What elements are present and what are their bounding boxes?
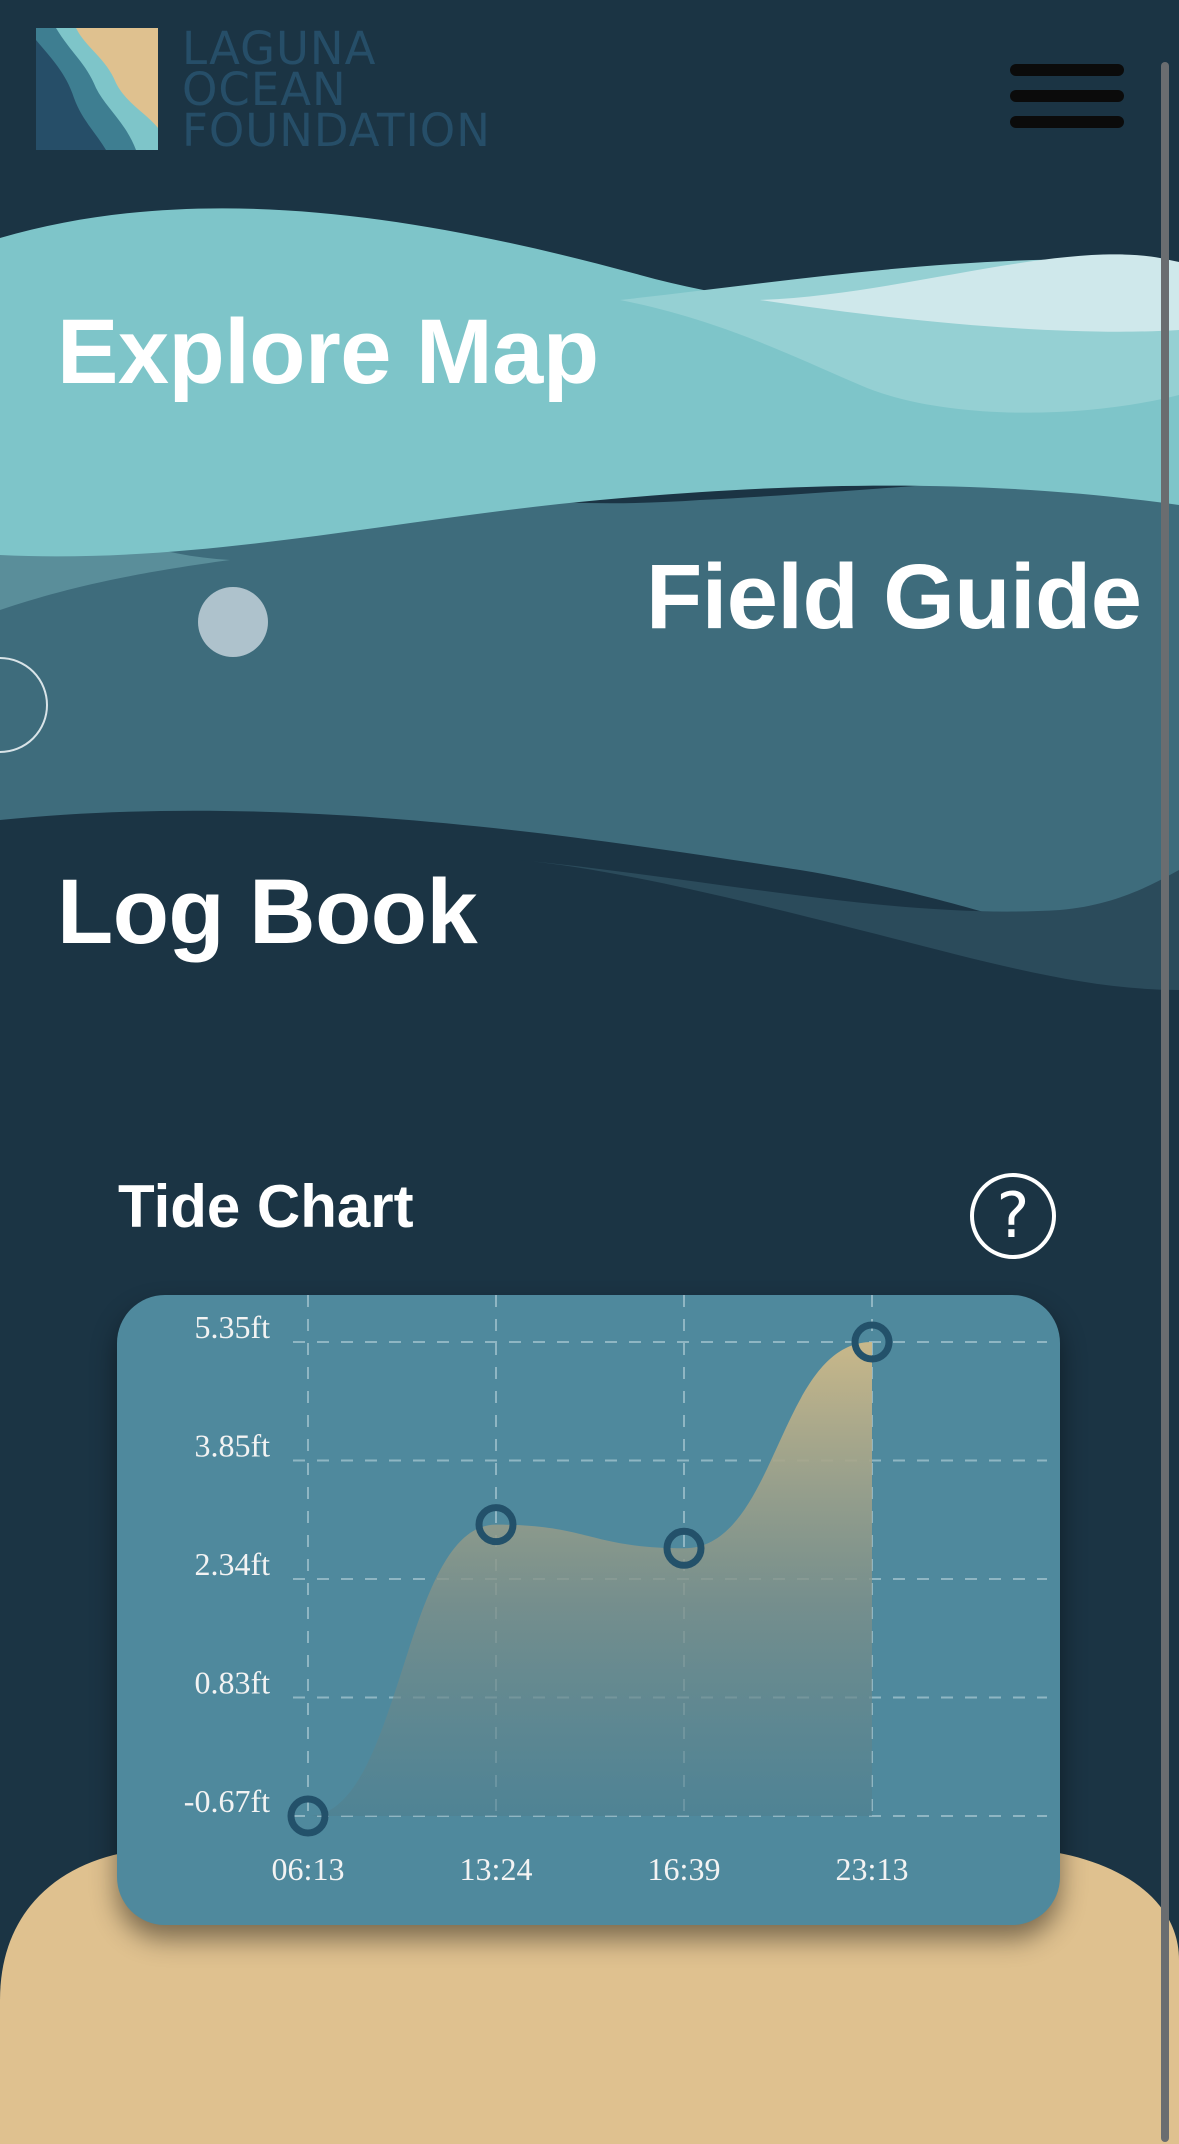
logo-mark-icon (36, 28, 158, 150)
logo-wordmark: LAGUNA OCEAN FOUNDATION (182, 26, 491, 157)
menu-bar-middle (1010, 90, 1124, 102)
x-tick-label: 06:13 (272, 1851, 345, 1887)
y-tick-label: 2.34ft (194, 1546, 270, 1582)
question-mark-icon[interactable]: ? (970, 1173, 1056, 1259)
page-scrollbar[interactable] (1161, 62, 1169, 2142)
menu-bar-bottom (1010, 116, 1124, 128)
y-tick-label: 5.35ft (194, 1309, 270, 1345)
tide-chart-title: Tide Chart (118, 1173, 414, 1240)
laguna-ocean-foundation-logo[interactable]: LAGUNA OCEAN FOUNDATION (36, 26, 490, 153)
logo-line-3: FOUNDATION (182, 104, 491, 157)
hamburger-menu-icon[interactable] (1010, 64, 1126, 144)
tide-chart-card: -0.67ft 0.83ft 2.34ft 3.85ft 5.35ft 06:13 13:2… (117, 1295, 1060, 1925)
x-tick-label: 13:24 (460, 1851, 533, 1887)
nav-log-book[interactable]: Log Book (57, 860, 478, 965)
x-tick-label: 16:39 (648, 1851, 721, 1887)
tide-chart-plot: -0.67ft 0.83ft 2.34ft 3.85ft 5.35ft 06:13 13:2… (184, 1295, 1047, 1887)
menu-bar-top (1010, 64, 1124, 76)
y-tick-label: -0.67ft (184, 1783, 270, 1819)
site-header: LAGUNA OCEAN FOUNDATION (0, 0, 1179, 200)
y-tick-label: 3.85ft (194, 1428, 270, 1464)
y-tick-label: 0.83ft (194, 1665, 270, 1701)
x-tick-label: 23:13 (836, 1851, 909, 1887)
nav-field-guide[interactable]: Field Guide (646, 545, 1142, 650)
nav-explore-map[interactable]: Explore Map (57, 300, 599, 405)
decorative-bubble (198, 587, 268, 657)
